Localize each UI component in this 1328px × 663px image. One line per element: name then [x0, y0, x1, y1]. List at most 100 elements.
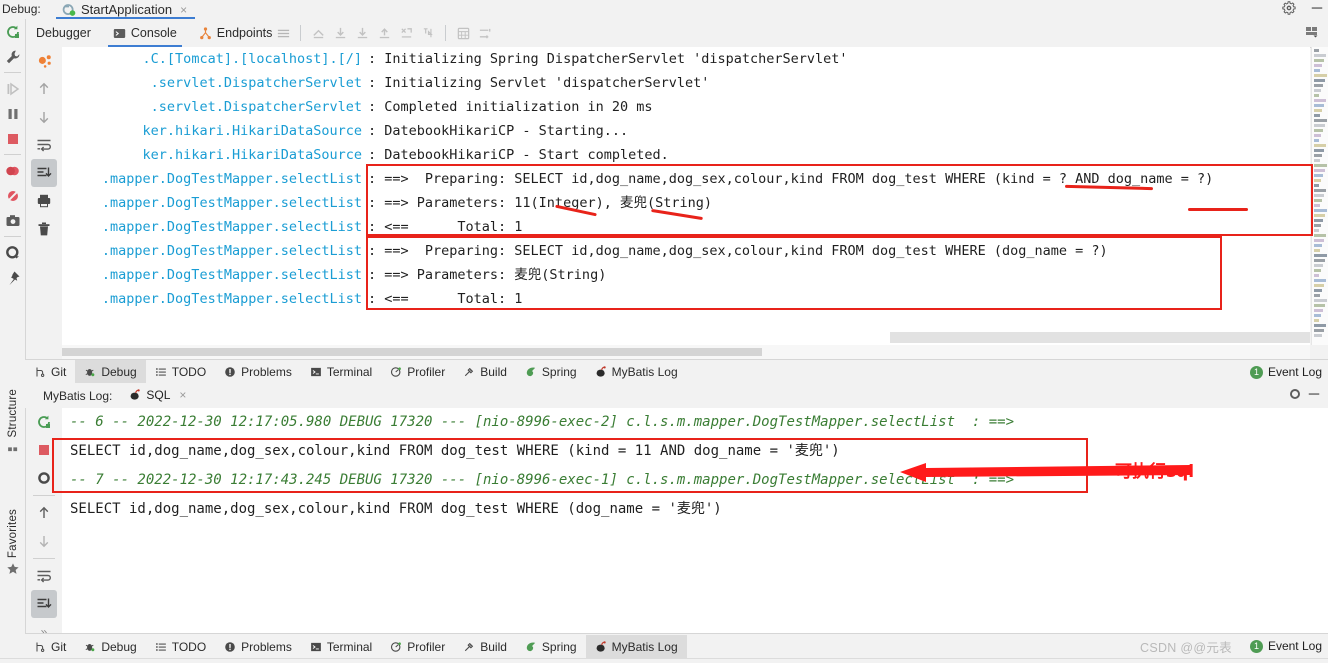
tool-tab-mybatis-log-label: MyBatis Log — [611, 365, 678, 379]
event-log-button-top[interactable]: 1 Event Log — [1249, 360, 1322, 384]
console-scrollbar[interactable] — [1311, 47, 1328, 345]
bottom-tab-git[interactable]: Git — [25, 635, 75, 659]
bottom-tab-build[interactable]: Build — [454, 635, 516, 659]
console-hscrollbar[interactable] — [62, 345, 1310, 359]
resume-program-icon[interactable] — [0, 76, 25, 101]
tab-start-application[interactable]: StartApplication × — [56, 0, 196, 19]
minimap-row — [1314, 314, 1321, 317]
console-line-message: : <== Total: 1 — [368, 291, 523, 307]
sidebar-item-structure[interactable]: Structure — [0, 389, 25, 453]
tool-tab-git[interactable]: Git — [25, 360, 75, 384]
settings-gear-icon[interactable] — [0, 240, 25, 265]
bottom-tab-debug[interactable]: Debug — [75, 635, 145, 659]
minimap-row — [1314, 134, 1321, 137]
soft-wrap-icon[interactable] — [26, 131, 62, 159]
tab-debugger[interactable]: Debugger — [25, 19, 102, 47]
layout-settings-icon[interactable] — [1304, 24, 1320, 43]
rerun-icon[interactable] — [26, 408, 62, 436]
close-icon[interactable]: × — [180, 3, 187, 17]
tool-tab-profiler[interactable]: Profiler — [381, 360, 454, 384]
scroll-to-end-icon[interactable] — [31, 159, 57, 187]
step-over-icon[interactable] — [329, 19, 351, 47]
trash-icon[interactable] — [26, 215, 62, 243]
run-to-cursor-icon[interactable] — [417, 19, 439, 47]
rerun-icon[interactable] — [0, 19, 25, 44]
bottom-tab-profiler[interactable]: Profiler — [381, 635, 454, 659]
minimize-icon[interactable] — [1310, 1, 1324, 15]
console-line: ker.hikari.HikariDataSource: DatebookHik… — [62, 119, 1310, 143]
tool-tab-mybatis-log[interactable]: MyBatis Log — [586, 360, 687, 384]
bottom-tab-terminal[interactable]: Terminal — [301, 635, 381, 659]
up-arrow-icon[interactable] — [26, 75, 62, 103]
tool-tab-build[interactable]: Build — [454, 360, 516, 384]
tool-tab-problems[interactable]: Problems — [215, 360, 301, 384]
step-into-icon[interactable] — [351, 19, 373, 47]
scroll-to-end-icon[interactable] — [31, 590, 57, 618]
bottom-tab-spring[interactable]: Spring — [516, 635, 586, 659]
pause-program-icon[interactable] — [0, 101, 25, 126]
console-icon — [113, 27, 126, 40]
profiler-icon — [390, 366, 402, 378]
console-line-category: .servlet.DispatcherServlet — [150, 99, 362, 115]
hide-icon[interactable] — [1307, 387, 1321, 404]
bottom-tab-git-label: Git — [51, 639, 67, 654]
close-icon[interactable]: × — [179, 388, 186, 402]
console-line-message: : ==> Preparing: SELECT id,dog_name,dog_… — [368, 243, 1108, 259]
build-icon — [463, 641, 475, 653]
spring-beans-icon[interactable] — [26, 47, 62, 75]
mybatis-log-output[interactable]: -- 6 -- 2022-12-30 12:17:05.980 DEBUG 17… — [62, 408, 1328, 633]
bottom-tab-mybatis-log[interactable]: MyBatis Log — [585, 634, 687, 659]
step-out-icon[interactable] — [307, 19, 329, 47]
evaluate-expression-icon[interactable] — [452, 19, 474, 47]
view-breakpoints-icon[interactable] — [0, 158, 25, 183]
settings-gear-icon[interactable] — [1288, 387, 1302, 404]
tool-tab-debug[interactable]: Debug — [75, 360, 146, 384]
sidebar-item-favorites[interactable]: Favorites — [0, 509, 25, 576]
mybatis-log-comment: -- 6 -- 2022-12-30 12:17:05.980 DEBUG 17… — [70, 414, 1015, 430]
minimap-row — [1314, 289, 1322, 292]
console-line-category: .C.[Tomcat].[localhost].[/] — [142, 51, 362, 67]
up-arrow-icon[interactable] — [26, 499, 62, 527]
bottom-tab-todo[interactable]: TODO — [146, 635, 215, 659]
minimap-row — [1314, 64, 1322, 67]
snapshot-icon[interactable] — [0, 208, 25, 233]
wrench-icon[interactable] — [0, 44, 25, 69]
force-step-into-icon[interactable] — [373, 19, 395, 47]
build-icon — [463, 366, 475, 378]
minimap-row — [1314, 249, 1320, 252]
terminal-icon — [310, 641, 322, 653]
console-line-category: ker.hikari.HikariDataSource — [142, 123, 362, 139]
tool-tab-spring[interactable]: Spring — [516, 360, 586, 384]
print-icon[interactable] — [26, 187, 62, 215]
tab-console[interactable]: Console — [102, 19, 188, 47]
soft-wrap-icon[interactable] — [26, 562, 62, 590]
bottom-tab-problems[interactable]: Problems — [215, 635, 301, 659]
mute-breakpoints-icon[interactable] — [0, 183, 25, 208]
pin-icon[interactable] — [0, 265, 25, 290]
menu-icon[interactable] — [272, 19, 294, 47]
minimap-row — [1314, 334, 1322, 337]
drop-frame-icon[interactable] — [395, 19, 417, 47]
tab-endpoints[interactable]: Endpoints — [188, 19, 284, 47]
minimap-row — [1314, 129, 1323, 132]
stop-icon[interactable] — [0, 126, 25, 151]
event-log-button-bottom[interactable]: 1 Event Log — [1249, 634, 1322, 658]
down-arrow-icon[interactable] — [26, 527, 62, 555]
console-line-message: : ==> Parameters: 麦兜(String) — [368, 267, 607, 283]
mybatis-log-header: MyBatis Log: SQL × — [25, 383, 1328, 409]
minimap-row — [1314, 169, 1325, 172]
minimap-row — [1314, 244, 1322, 247]
debug-actions-sidebar: Structure Favorites — [0, 19, 26, 662]
minimap-row — [1314, 294, 1320, 297]
tool-tab-todo[interactable]: TODO — [146, 360, 215, 384]
down-arrow-icon[interactable] — [26, 103, 62, 131]
hscroll-thumb[interactable] — [62, 348, 762, 356]
settings-icon[interactable] — [474, 19, 496, 47]
settings-gear-icon[interactable] — [1282, 1, 1296, 15]
settings-gear-icon[interactable] — [26, 464, 62, 492]
tool-tab-terminal[interactable]: Terminal — [301, 360, 381, 384]
bottom-tab-debug-label: Debug — [101, 639, 137, 654]
stop-icon[interactable] — [26, 436, 62, 464]
console-output[interactable]: .C.[Tomcat].[localhost].[/]: Initializin… — [62, 47, 1310, 345]
mybatis-sql-tab[interactable]: SQL × — [129, 388, 186, 404]
